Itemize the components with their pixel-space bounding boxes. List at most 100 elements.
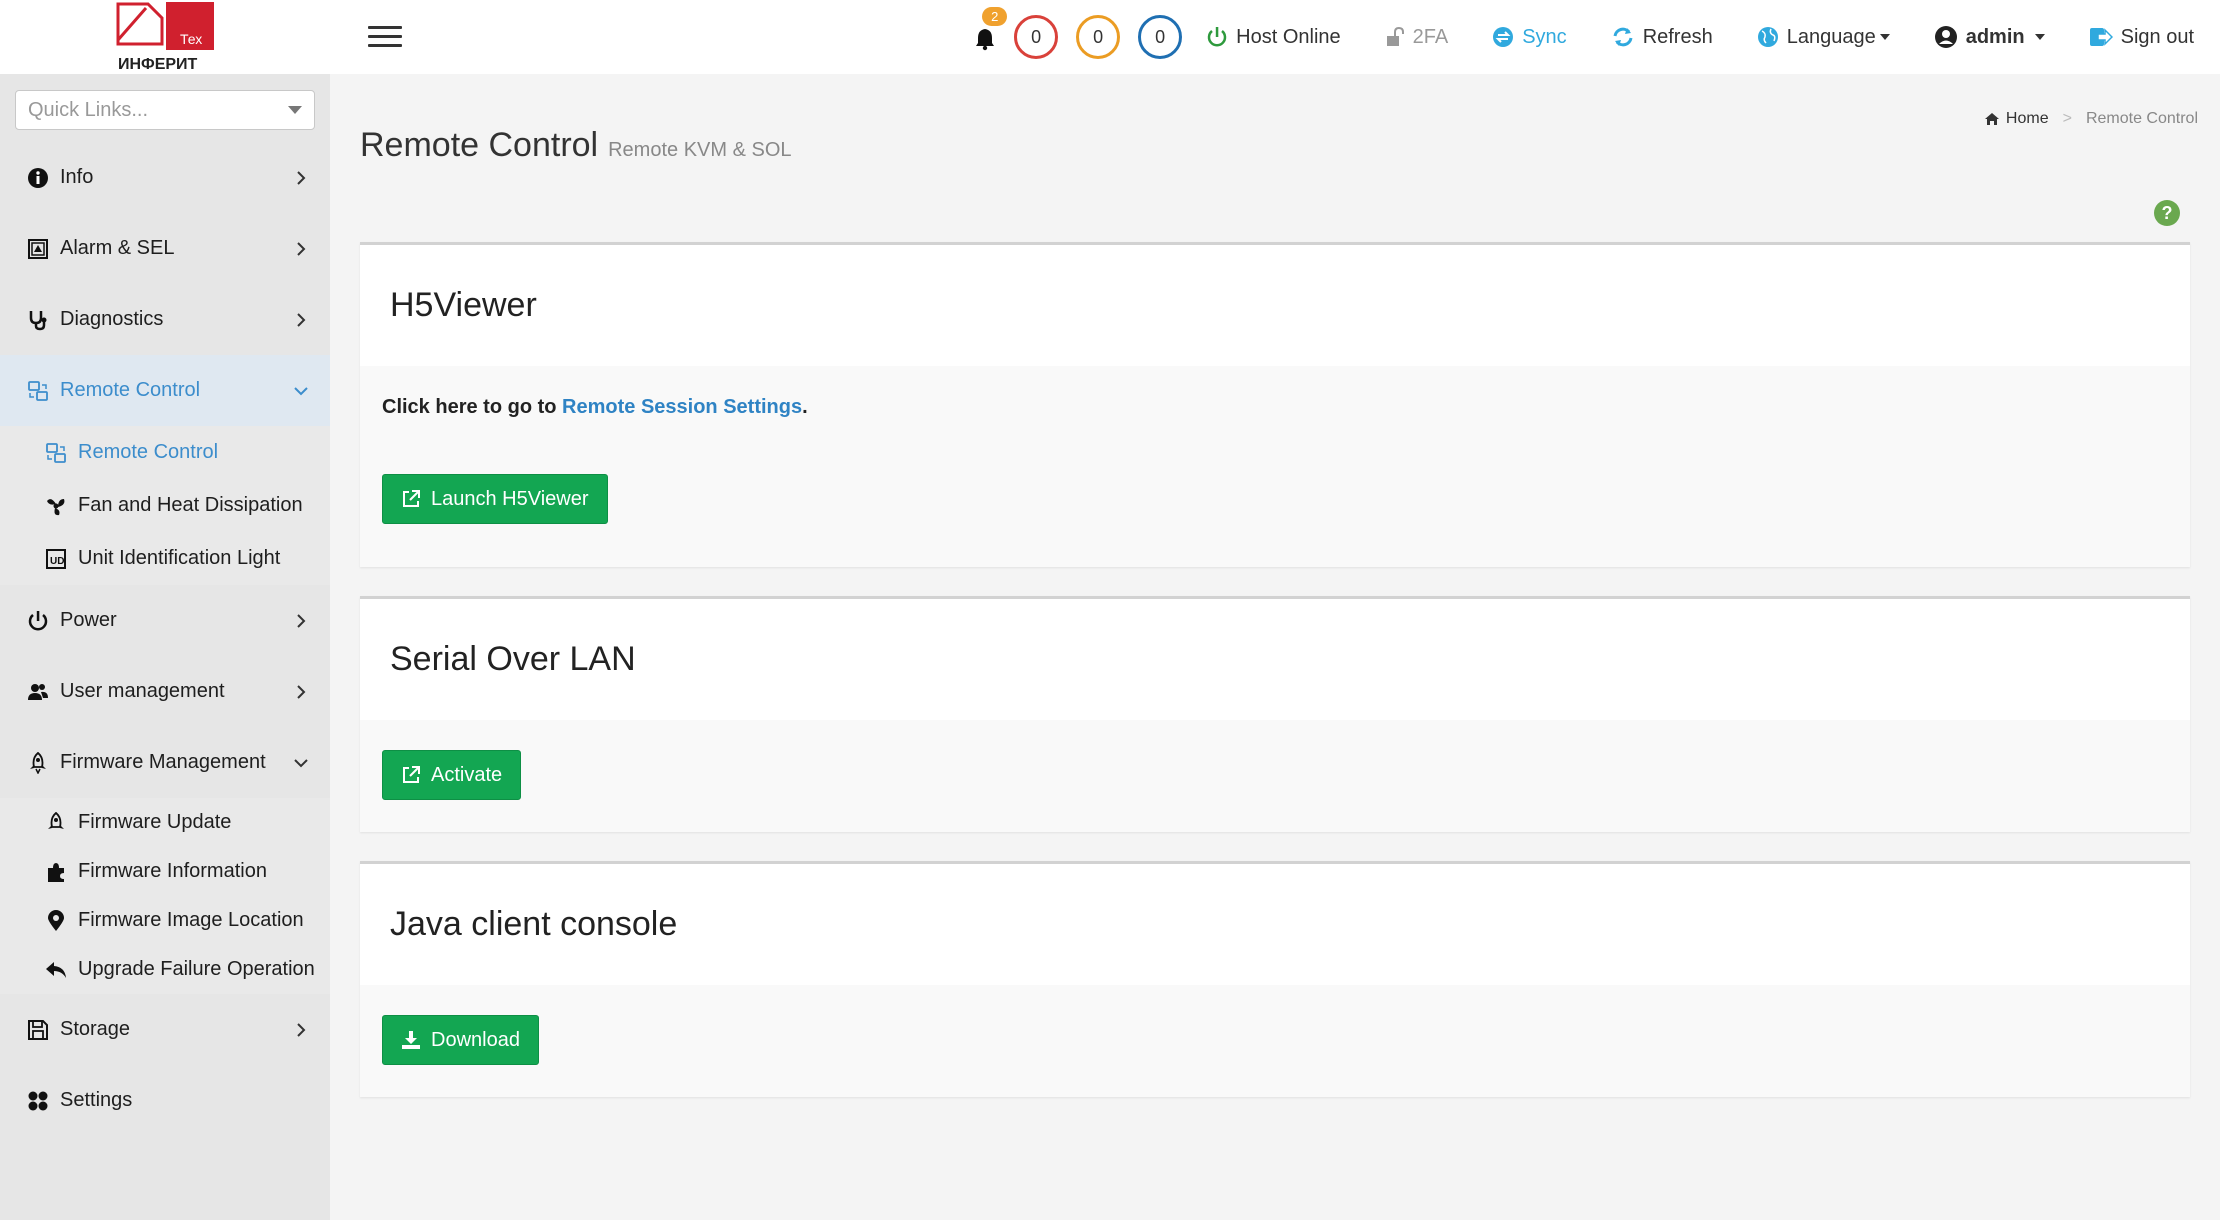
unlock-icon <box>1385 27 1405 47</box>
sidebar-subitem-label: Firmware Information <box>78 860 267 882</box>
rocket-icon <box>44 811 68 835</box>
language-dropdown[interactable]: Language <box>1757 26 1890 49</box>
refresh-button[interactable]: Refresh <box>1611 26 1713 49</box>
activate-sol-button[interactable]: Activate <box>382 750 522 800</box>
user-menu[interactable]: admin <box>1934 25 2045 49</box>
puzzle-icon <box>44 860 68 884</box>
sign-out-button[interactable]: Sign out <box>2089 26 2194 49</box>
sol-panel: Serial Over LAN Activate <box>360 596 2190 832</box>
top-bar: 2 0 0 0 Host Online 2FA Sync Refresh Lan… <box>330 0 2220 74</box>
sidebar-subitem-fan-heat[interactable]: Fan and Heat Dissipation <box>0 479 330 532</box>
username-label: admin <box>1965 25 2025 48</box>
users-icon <box>26 680 50 704</box>
power-icon <box>26 609 50 633</box>
chevron-down-icon <box>294 386 308 395</box>
sidebar-subitem-label: Firmware Image Location <box>78 909 304 931</box>
breadcrumb-home-link[interactable]: Home <box>1984 110 2049 128</box>
chevron-right-icon <box>297 241 306 256</box>
page-title-text: Remote Control <box>360 126 599 164</box>
sidebar-item-remote-control[interactable]: Remote Control <box>0 355 330 426</box>
firmware-submenu: Firmware Update Firmware Information Fir… <box>0 798 330 994</box>
reply-icon <box>44 958 68 982</box>
sidebar-subitem-uid-light[interactable]: UD Unit Identification Light <box>0 532 330 585</box>
sidebar-item-label: Diagnostics <box>60 308 164 330</box>
info-events-counter[interactable]: 0 <box>1138 15 1183 59</box>
chevron-down-icon <box>288 106 302 114</box>
power-icon <box>1206 26 1228 48</box>
remote-session-settings-link[interactable]: Remote Session Settings <box>562 396 802 418</box>
sidebar-item-label: Power <box>60 609 117 631</box>
sidebar-item-diagnostics[interactable]: Diagnostics <box>0 284 330 355</box>
external-link-icon <box>401 765 421 785</box>
download-label: Download <box>431 1028 520 1051</box>
external-link-icon <box>401 489 421 509</box>
sidebar-item-label: Info <box>60 166 94 188</box>
sidebar-item-user-management[interactable]: User management <box>0 656 330 727</box>
launch-h5viewer-button[interactable]: Launch H5Viewer <box>382 474 608 524</box>
sidebar-subitem-remote-control[interactable]: Remote Control <box>0 426 330 479</box>
svg-text:ИНФЕРИТ: ИНФЕРИТ <box>118 56 198 73</box>
notification-count-badge: 2 <box>982 7 1008 26</box>
sidebar-subitem-label: Fan and Heat Dissipation <box>78 494 303 516</box>
critical-events-counter[interactable]: 0 <box>1014 15 1059 59</box>
sidebar-item-alarm-sel[interactable]: Alarm & SEL <box>0 213 330 284</box>
host-status-label: Host Online <box>1236 25 1341 48</box>
sign-out-icon <box>2089 26 2113 48</box>
sidebar-item-firmware-management[interactable]: Firmware Management <box>0 727 330 798</box>
info-icon <box>26 166 50 190</box>
remote-control-icon <box>44 441 68 465</box>
breadcrumb-separator: > <box>2062 110 2072 127</box>
launch-h5viewer-label: Launch H5Viewer <box>431 487 589 510</box>
page-title: Remote Control Remote KVM & SOL <box>360 126 792 165</box>
h5viewer-panel-title: H5Viewer <box>360 245 2190 366</box>
hamburger-menu-icon[interactable] <box>368 26 402 48</box>
h5viewer-actions: Launch H5Viewer <box>382 474 2168 524</box>
rocket-icon <box>26 751 50 775</box>
settings-grid-icon <box>26 1089 50 1113</box>
sidebar-item-settings[interactable]: Settings <box>0 1065 330 1136</box>
sidebar-item-label: Remote Control <box>60 379 201 401</box>
location-pin-icon <box>44 909 68 933</box>
chevron-right-icon <box>297 684 306 699</box>
quick-links-select[interactable]: Quick Links... <box>15 90 315 130</box>
user-avatar-icon <box>1934 25 1958 49</box>
chevron-down-icon <box>1879 34 1890 40</box>
sidebar-subitem-firmware-information[interactable]: Firmware Information <box>0 847 330 896</box>
fan-icon <box>44 494 68 518</box>
notifications-button[interactable]: 2 <box>972 7 1008 51</box>
h5viewer-description: Click here to go to Remote Session Setti… <box>382 366 2168 419</box>
sidebar-item-label: Settings <box>60 1089 133 1111</box>
refresh-label: Refresh <box>1642 25 1713 48</box>
sidebar-subitem-firmware-image-location[interactable]: Firmware Image Location <box>0 896 330 945</box>
sync-label: Sync <box>1522 25 1567 48</box>
breadcrumb: Home > Remote Control <box>1984 110 2198 128</box>
activate-label: Activate <box>431 763 503 786</box>
download-java-client-button[interactable]: Download <box>382 1015 539 1065</box>
warning-events-counter[interactable]: 0 <box>1076 15 1121 59</box>
bell-icon <box>976 29 995 51</box>
logo[interactable]: Тех ИНФЕРИТ <box>0 0 330 74</box>
twofa-button[interactable]: 2FA <box>1385 26 1448 49</box>
sidebar-subitem-label: Upgrade Failure Operation <box>78 958 315 980</box>
help-icon[interactable]: ? <box>2154 200 2180 226</box>
sidebar-item-label: Firmware Management <box>60 751 266 773</box>
chevron-right-icon <box>297 170 306 185</box>
home-icon <box>1984 113 1999 125</box>
h5viewer-text-prefix: Click here to go to <box>382 396 563 418</box>
sidebar-subitem-upgrade-failure[interactable]: Upgrade Failure Operation <box>0 945 330 994</box>
sidebar-item-power[interactable]: Power <box>0 585 330 656</box>
breadcrumb-current: Remote Control <box>2085 110 2198 127</box>
inferit-logo-icon: Тех ИНФЕРИТ <box>116 2 214 73</box>
java-console-panel: Java client console Download <box>360 861 2190 1097</box>
sidebar-subitem-firmware-update[interactable]: Firmware Update <box>0 798 330 847</box>
svg-text:Тех: Тех <box>180 31 202 47</box>
h5viewer-panel: H5Viewer Click here to go to Remote Sess… <box>360 242 2190 567</box>
sidebar-item-label: Storage <box>60 1018 131 1040</box>
sidebar-item-storage[interactable]: Storage <box>0 994 330 1065</box>
sidebar-item-info[interactable]: Info <box>0 142 330 213</box>
quick-links-placeholder: Quick Links... <box>28 98 149 121</box>
sync-icon <box>1492 26 1514 48</box>
sync-button[interactable]: Sync <box>1492 25 1567 49</box>
h5viewer-text-suffix: . <box>802 396 808 418</box>
sign-out-label: Sign out <box>2120 25 2194 48</box>
